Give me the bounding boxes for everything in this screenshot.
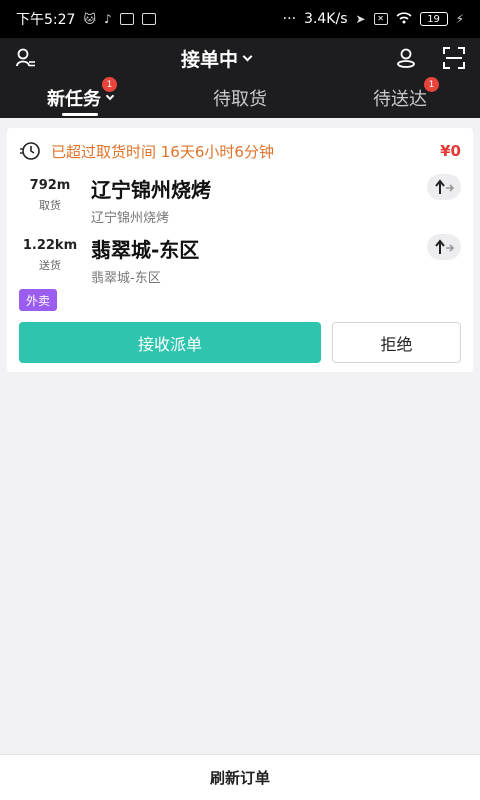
scan-button[interactable]	[440, 44, 468, 72]
delivery-navigate-button[interactable]	[427, 234, 461, 260]
status-time: 下午5:27	[16, 12, 76, 28]
reject-order-button[interactable]: 拒绝	[332, 322, 461, 363]
delivery-address: 翡翠城-东区	[91, 271, 161, 286]
pickup-address: 辽宁锦州烧烤	[91, 211, 170, 226]
task-tabs: 新任务 1 待取货 待送达 1	[0, 77, 480, 118]
app-notification-icon	[119, 13, 134, 25]
wifi-icon	[396, 12, 412, 26]
tab-new-tasks[interactable]: 新任务 1	[0, 77, 160, 118]
pickup-tag: 取货	[39, 199, 61, 212]
status-dropdown[interactable]: 接单中	[180, 45, 253, 72]
tab-badge: 1	[424, 77, 439, 92]
tab-badge: 1	[102, 77, 117, 92]
pickup-name: 辽宁锦州烧烤	[91, 178, 211, 202]
delivery-name: 翡翠城-东区	[91, 238, 200, 262]
delivery-route: 1.22km 送货 翡翠城-东区 翡翠城-东区	[7, 234, 473, 286]
tab-label: 新任务	[47, 89, 101, 110]
delivery-distance-block: 1.22km 送货	[15, 238, 85, 273]
location-icon: ➤	[355, 12, 366, 26]
delivery-tag: 送货	[39, 259, 61, 272]
refresh-orders-button[interactable]: 刷新订单	[0, 754, 480, 800]
accept-order-button[interactable]: 接收派单	[19, 322, 321, 363]
tab-label: 待送达	[373, 89, 427, 110]
refresh-label: 刷新订单	[209, 769, 270, 787]
profile-menu-button[interactable]	[12, 44, 40, 72]
overdue-alert: 已超过取货时间 16天6小时6分钟 ¥0	[19, 138, 461, 164]
page-title: 接单中	[180, 48, 238, 71]
active-tab-indicator	[62, 113, 98, 116]
navigate-icon	[435, 239, 455, 254]
delivery-place: 翡翠城-东区 翡翠城-东区	[91, 234, 199, 286]
tab-awaiting-delivery[interactable]: 待送达 1	[320, 77, 480, 118]
navigate-icon	[435, 179, 455, 194]
location-pin-button[interactable]	[392, 44, 420, 72]
category-tag: 外卖	[19, 289, 58, 311]
pickup-distance: 792m	[29, 178, 71, 193]
charging-icon: ⚡	[455, 12, 464, 26]
overdue-text: 已超过取货时间 16天6小时6分钟	[51, 142, 274, 161]
profile-menu-icon	[16, 48, 35, 67]
pickup-navigate-button[interactable]	[427, 174, 461, 200]
pickup-place: 辽宁锦州烧烤 辽宁锦州烧烤	[91, 174, 211, 226]
chevron-down-icon	[242, 51, 253, 61]
order-price: ¥0	[440, 142, 461, 160]
overdue-clock-icon	[20, 142, 40, 160]
app-header: 接单中 新任务 1 待取货 待送达 1	[0, 38, 480, 118]
tiktok-icon: ♪	[103, 12, 112, 26]
network-speed: 3.4K/s	[304, 11, 348, 27]
status-bar: 下午5:27 🐱 ♪ ··· 3.4K/s ➤ ✕ 19 ⚡	[0, 0, 480, 38]
tab-label: 待取货	[213, 89, 267, 110]
user-location-icon	[397, 48, 415, 68]
order-card[interactable]: 已超过取货时间 16天6小时6分钟 ¥0 792m 取货 辽宁锦州烧烤 辽宁锦州…	[7, 128, 473, 372]
pickup-distance-block: 792m 取货	[15, 178, 85, 213]
chevron-down-icon	[105, 91, 115, 101]
more-notifications-icon: ···	[282, 11, 297, 27]
battery-icon: 19	[419, 12, 448, 26]
pickup-route: 792m 取货 辽宁锦州烧烤 辽宁锦州烧烤	[7, 174, 473, 226]
no-sim-icon: ✕	[373, 13, 388, 25]
cat-app-icon: 🐱	[83, 12, 96, 26]
delivery-distance: 1.22km	[22, 238, 78, 253]
mail-notification-icon	[141, 13, 156, 25]
scan-icon	[442, 47, 465, 69]
tab-awaiting-pickup[interactable]: 待取货	[160, 78, 320, 118]
